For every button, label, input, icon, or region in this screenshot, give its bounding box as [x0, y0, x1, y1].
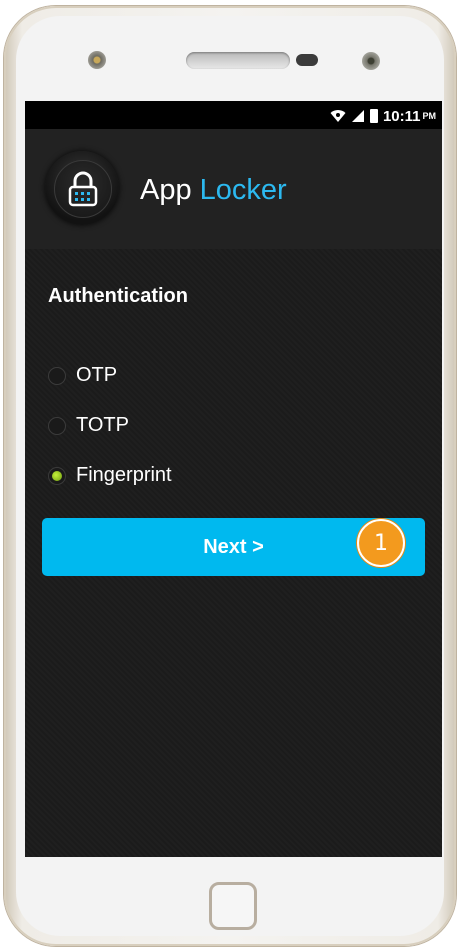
radio-button[interactable] — [48, 416, 66, 435]
radio-button[interactable] — [48, 366, 66, 385]
padlock-icon — [68, 171, 98, 207]
app-logo — [45, 151, 119, 225]
app-title: App Locker — [140, 174, 287, 207]
status-icons: 10:11 PM — [330, 107, 436, 125]
radio-option-totp[interactable]: TOTP — [48, 414, 129, 437]
app-header: App Locker — [25, 129, 442, 249]
phone-screen: 10:11 PM App Locker Authentication OTP T… — [25, 101, 442, 857]
front-camera-icon — [88, 51, 106, 69]
radio-option-fingerprint[interactable]: Fingerprint — [48, 464, 172, 487]
status-bar: 10:11 PM — [25, 101, 442, 129]
status-time: 10:11 — [382, 107, 421, 125]
radio-label: OTP — [76, 364, 118, 386]
proximity-sensor — [296, 54, 318, 66]
radio-button[interactable] — [48, 466, 66, 485]
wifi-icon — [330, 110, 346, 122]
next-button-label: Next > — [203, 535, 264, 558]
app-title-part1: App — [140, 174, 192, 206]
callout-number: 1 — [374, 530, 388, 556]
battery-icon — [369, 109, 378, 123]
earpiece-speaker — [186, 52, 290, 69]
sensor-lens-icon — [362, 52, 380, 70]
app-title-part2: Locker — [199, 174, 287, 206]
status-ampm: PM — [422, 111, 437, 121]
radio-label: TOTP — [76, 414, 129, 436]
home-button[interactable] — [209, 882, 257, 930]
step-callout-badge: 1 — [357, 519, 405, 567]
section-title: Authentication — [48, 285, 188, 307]
signal-icon — [351, 110, 364, 122]
radio-selected-dot — [52, 470, 62, 481]
radio-label: Fingerprint — [76, 464, 172, 486]
radio-option-otp[interactable]: OTP — [48, 364, 117, 387]
